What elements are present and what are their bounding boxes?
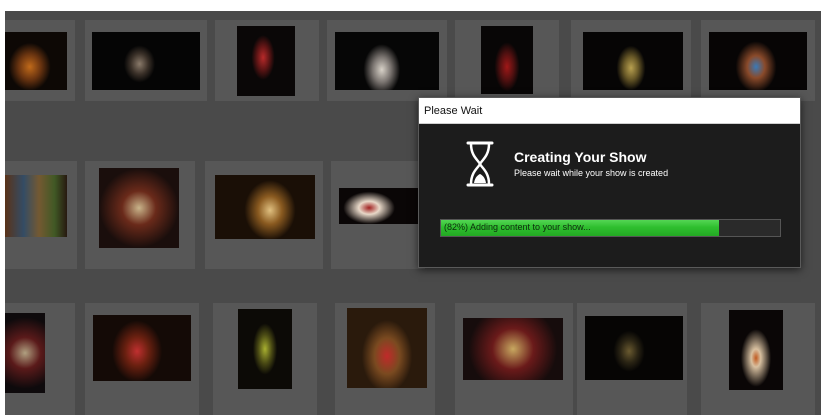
photo-thumbnail xyxy=(215,175,315,239)
photo-tile[interactable] xyxy=(701,303,815,415)
photo-tile[interactable] xyxy=(335,303,435,415)
photo-tile[interactable] xyxy=(701,20,815,101)
photo-thumbnail xyxy=(5,32,67,90)
photo-tile[interactable] xyxy=(205,161,323,269)
photo-thumbnail xyxy=(481,26,533,94)
photo-thumbnail xyxy=(729,310,783,390)
photo-thumbnail xyxy=(5,313,45,393)
photo-tile[interactable] xyxy=(5,161,77,269)
photo-tile[interactable] xyxy=(5,303,75,415)
photo-thumbnail xyxy=(583,32,683,90)
photo-tile[interactable] xyxy=(455,303,573,415)
photo-thumbnail xyxy=(99,168,179,248)
dialog-titlebar[interactable]: Please Wait xyxy=(419,98,800,124)
progress-status-text: (82%) Adding content to your show... xyxy=(444,222,591,232)
photo-thumbnail xyxy=(335,32,439,90)
photo-thumbnail xyxy=(93,315,191,381)
hourglass-icon xyxy=(466,141,494,187)
dialog-subheading: Please wait while your show is created xyxy=(514,168,669,178)
photo-tile[interactable] xyxy=(577,303,687,415)
photo-tile[interactable] xyxy=(213,303,317,415)
photo-thumbnail xyxy=(347,308,427,388)
photo-thumbnail xyxy=(463,318,563,380)
progress-bar: (82%) Adding content to your show... xyxy=(440,219,781,237)
photo-tile[interactable] xyxy=(327,20,447,101)
photo-tile[interactable] xyxy=(85,20,207,101)
photo-thumbnail xyxy=(585,316,683,380)
please-wait-dialog: Please Wait Creating Your Show Please wa… xyxy=(418,97,801,268)
photo-tile[interactable] xyxy=(571,20,691,101)
photo-thumbnail xyxy=(709,32,807,90)
photo-tile[interactable] xyxy=(215,20,319,101)
photo-thumbnail xyxy=(238,309,292,389)
dialog-title: Please Wait xyxy=(424,104,483,117)
photo-thumbnail xyxy=(92,32,200,90)
photo-thumbnail xyxy=(339,188,425,224)
photo-thumbnail xyxy=(5,175,67,237)
dialog-heading: Creating Your Show xyxy=(514,149,647,165)
photo-tile[interactable] xyxy=(85,161,195,269)
photo-tile[interactable] xyxy=(5,20,75,101)
photo-tile[interactable] xyxy=(455,20,559,101)
photo-tile[interactable] xyxy=(331,161,425,269)
photo-thumbnail xyxy=(237,26,295,96)
photo-tile[interactable] xyxy=(85,303,199,415)
